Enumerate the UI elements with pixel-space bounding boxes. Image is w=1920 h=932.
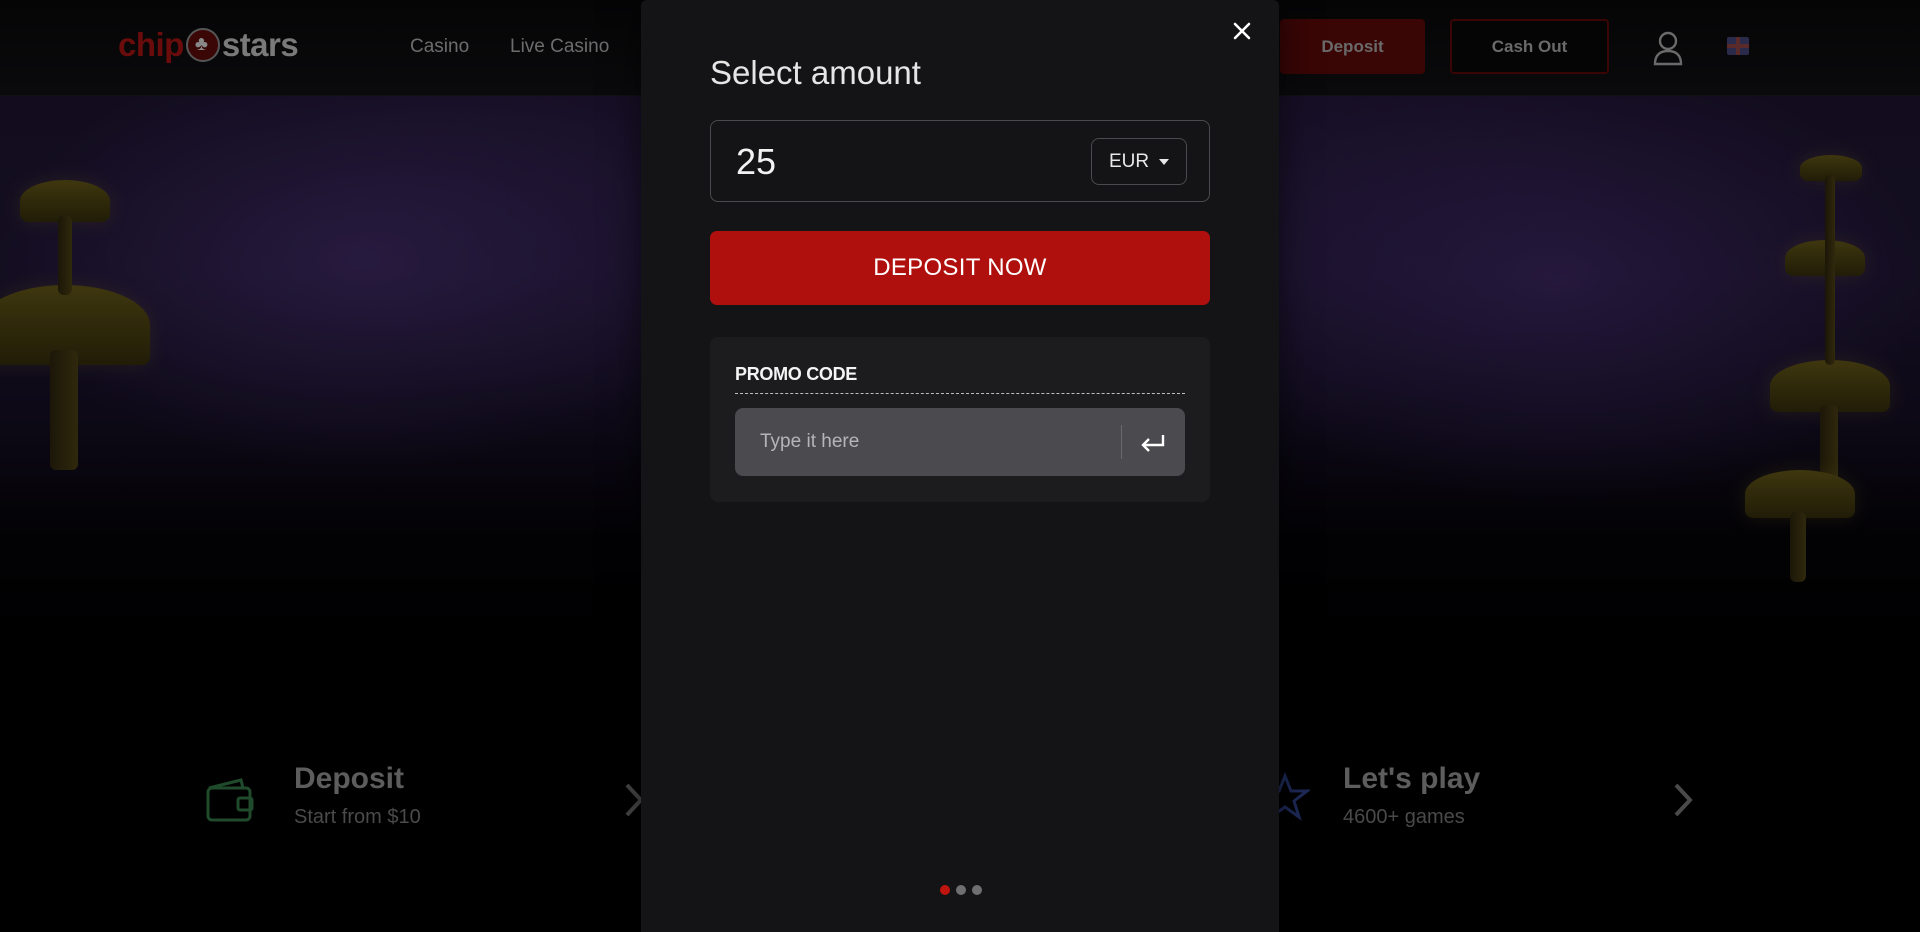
pagination-dot-3[interactable]	[972, 885, 982, 895]
promo-code-field	[735, 408, 1185, 476]
modal-title: Select amount	[710, 54, 921, 91]
step-lets-play: Let's play 4600+ games	[1343, 762, 1480, 829]
promo-code-label[interactable]: PROMO CODE	[735, 364, 1185, 394]
amount-field[interactable]: 25 EUR	[710, 120, 1210, 202]
pagination-dot-1[interactable]	[940, 885, 950, 895]
logo-text-chip: chip	[118, 26, 184, 63]
user-account-icon[interactable]	[1652, 30, 1684, 66]
promo-divider	[1121, 425, 1122, 459]
currency-select[interactable]: EUR	[1091, 138, 1187, 185]
promo-code-card: PROMO CODE	[710, 337, 1210, 502]
nav-live-casino[interactable]: Live Casino	[510, 36, 609, 58]
step-lets-play-title: Let's play	[1343, 762, 1481, 795]
logo-text-stars: stars	[221, 26, 299, 63]
close-icon[interactable]	[1227, 16, 1257, 46]
step-deposit-subtitle: Start from $10	[294, 806, 421, 828]
currency-value: EUR	[1108, 150, 1150, 172]
step-deposit-title: Deposit	[294, 762, 405, 795]
nav-casino[interactable]: Casino	[410, 36, 469, 58]
amount-value[interactable]: 25	[736, 141, 776, 183]
caret-down-icon	[1159, 158, 1170, 165]
language-flag-icon[interactable]	[1727, 37, 1749, 55]
header-deposit-button[interactable]: Deposit	[1280, 19, 1425, 74]
pagination-dot-2[interactable]	[956, 885, 966, 895]
site-logo[interactable]: chip stars	[118, 26, 299, 64]
pagination-dots	[940, 885, 982, 895]
chevron-right-icon	[1674, 783, 1693, 817]
logo-club-icon	[185, 28, 220, 62]
step-lets-play-subtitle: 4600+ games	[1343, 806, 1465, 828]
header-cash-out-button[interactable]: Cash Out	[1450, 19, 1609, 74]
wallet-icon	[206, 778, 254, 822]
promo-code-input[interactable]	[735, 408, 1121, 476]
deposit-modal: Select amount 25 EUR DEPOSIT NOW PROMO C…	[641, 0, 1279, 932]
deposit-now-button[interactable]: DEPOSIT NOW	[710, 231, 1210, 305]
enter-arrow-icon[interactable]	[1132, 422, 1174, 462]
step-deposit: Deposit Start from $10	[294, 762, 421, 829]
